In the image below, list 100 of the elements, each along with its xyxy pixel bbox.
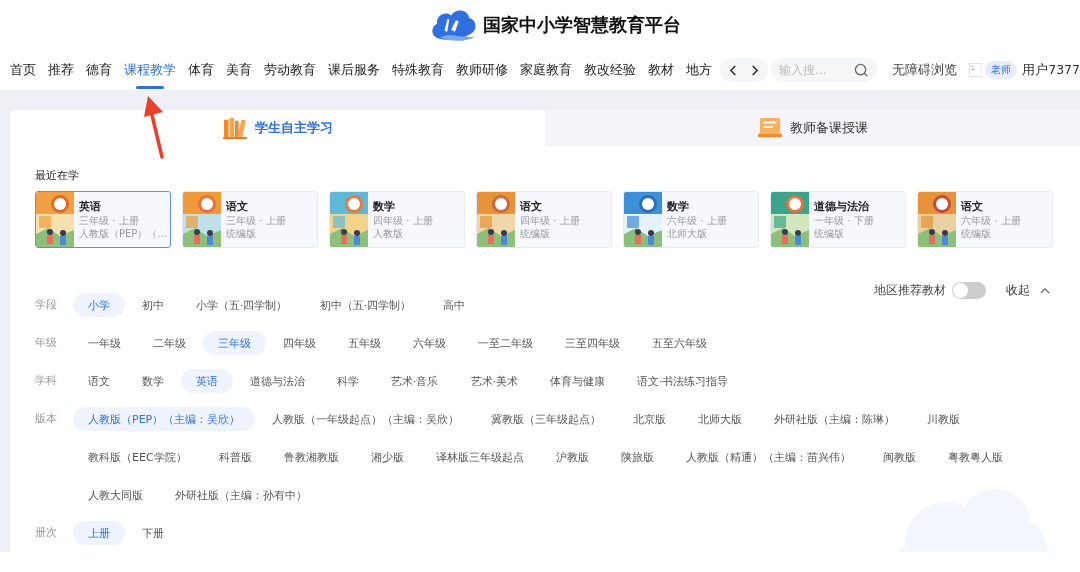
filter-option[interactable]: 四年级	[268, 331, 331, 355]
filter-option[interactable]: 数学	[127, 369, 179, 393]
nav-tab[interactable]: 推荐	[48, 50, 74, 90]
filter-option[interactable]: 人教大同版	[73, 483, 158, 507]
book-subject: 语文	[226, 199, 249, 214]
filter-option[interactable]: 教科版（EEC学院）	[73, 445, 202, 469]
filter-option[interactable]: 陕旅版	[605, 445, 669, 469]
filter-option[interactable]: 五年级	[333, 331, 396, 355]
book-grade: 六年级 · 上册	[667, 215, 727, 227]
filter-label: 学段	[35, 297, 58, 313]
book-grade: 三年级 · 上册	[79, 215, 140, 227]
chevron-right-icon[interactable]	[750, 63, 759, 77]
collapse-button[interactable]: 收起	[1006, 282, 1050, 299]
region-toggle[interactable]	[952, 282, 986, 299]
filter-option[interactable]: 道德与法治	[235, 369, 320, 393]
filter-option[interactable]: 英语	[181, 369, 233, 393]
filter-option[interactable]: 语文·书法练习指导	[622, 369, 744, 393]
book-card[interactable]: 语文 三年级 · 上册 统编版	[182, 191, 318, 248]
filter-option[interactable]: 高中	[428, 293, 480, 317]
search-icon[interactable]	[854, 63, 869, 78]
nav-tab[interactable]: 教材	[648, 50, 674, 90]
book-card[interactable]: 语文 四年级 · 上册 统编版	[476, 191, 612, 248]
chevron-left-icon[interactable]	[729, 63, 738, 77]
chevron-up-icon	[1040, 287, 1050, 294]
filter-option[interactable]: 外研社版（主编：孙有中）	[160, 483, 322, 507]
filter-option[interactable]: 北师大版	[683, 407, 758, 431]
search-field[interactable]: 输入搜...	[771, 58, 877, 82]
nav-tab[interactable]: 体育	[188, 50, 214, 90]
filter-option[interactable]: 北京版	[618, 407, 682, 431]
filter-label: 版本	[35, 411, 58, 427]
filter-option[interactable]: 冀教版（三年级起点）	[476, 407, 617, 431]
nav-tab[interactable]: 劳动教育	[264, 50, 316, 90]
book-card[interactable]: 数学 四年级 · 上册 人教版	[329, 191, 465, 248]
filter-label: 学科	[35, 373, 58, 389]
book-grade: 四年级 · 上册	[373, 215, 433, 227]
filter-option[interactable]: 沪教版	[540, 445, 604, 469]
book-subject: 语文	[961, 199, 984, 214]
mode-tab[interactable]: 教师备课授课	[545, 110, 1080, 146]
filter-option[interactable]: 闽教版	[867, 445, 931, 469]
book-card[interactable]: 数学 六年级 · 上册 北师大版	[623, 191, 759, 248]
filter-option[interactable]: 上册	[73, 521, 125, 545]
filter-option[interactable]: 五至六年级	[637, 331, 722, 355]
book-subject: 数学	[373, 199, 396, 214]
book-edition: 北师大版	[667, 228, 708, 240]
user-name[interactable]: 用户7377	[1022, 61, 1080, 79]
filter-option[interactable]: 小学（五·四学制）	[181, 293, 303, 317]
nav-tab[interactable]: 首页	[10, 50, 36, 90]
filter-option[interactable]: 外研社版（主编：陈琳）	[759, 407, 911, 431]
nav-tab[interactable]: 教改经验	[584, 50, 636, 90]
section-title: 最近在学	[35, 168, 80, 183]
role-badge: 老师	[985, 61, 1018, 79]
filter-option[interactable]: 人教版（一年级起点）（主编：吴欣）	[257, 407, 475, 431]
book-subject: 英语	[79, 199, 102, 214]
book-grade: 六年级 · 上册	[961, 215, 1021, 227]
filter-option[interactable]: 二年级	[138, 331, 201, 355]
filter-option[interactable]: 译林版三年级起点	[420, 445, 539, 469]
filter-option[interactable]: 科学	[322, 369, 374, 393]
filter-option[interactable]: 鲁教湘教版	[268, 445, 354, 469]
filter-option[interactable]: 初中	[127, 293, 179, 317]
whiteboard-icon	[757, 117, 782, 139]
filter-option[interactable]: 湘少版	[355, 445, 419, 469]
book-subject: 数学	[667, 199, 690, 214]
filter-option[interactable]: 一至二年级	[463, 331, 548, 355]
nav-tab[interactable]: 德育	[86, 50, 112, 90]
filter-option[interactable]: 一年级	[73, 331, 136, 355]
site-title: 国家中小学智慧教育平台	[483, 13, 681, 37]
nav-tab[interactable]: 家庭教育	[520, 50, 572, 90]
filter-label: 年级	[35, 335, 58, 351]
toggle-label: 地区推荐教材	[874, 283, 946, 298]
filter-option[interactable]: 科普版	[203, 445, 267, 469]
book-card[interactable]: 英语 三年级 · 上册 人教版（PEP）（...	[35, 191, 171, 248]
nav-tab[interactable]: 美育	[226, 50, 252, 90]
book-subject: 语文	[520, 199, 543, 214]
nav-tab[interactable]: 教师研修	[456, 50, 508, 90]
filter-option[interactable]: 三至四年级	[550, 331, 635, 355]
filter-option[interactable]: 川教版	[912, 407, 976, 431]
book-edition: 统编版	[814, 228, 845, 240]
book-card[interactable]: 语文 六年级 · 上册 统编版	[917, 191, 1053, 248]
filter-option[interactable]: 三年级	[203, 331, 266, 355]
books-icon	[222, 117, 247, 139]
filter-option[interactable]: 艺术·音乐	[376, 369, 454, 393]
book-edition: 人教版（PEP）（...	[79, 228, 167, 240]
filter-option[interactable]: 初中（五·四学制）	[304, 293, 426, 317]
filter-option[interactable]: 体育与健康	[535, 369, 620, 393]
filter-option[interactable]: 人教版（精通）（主编：苗兴伟）	[670, 445, 866, 469]
filter-option[interactable]: 语文	[73, 369, 125, 393]
filter-option[interactable]: 下册	[127, 521, 179, 545]
filter-option[interactable]: 艺术·美术	[455, 369, 533, 393]
filter-option[interactable]: 粤教粤人版	[932, 445, 1018, 469]
accessibility-link[interactable]: 无障碍浏览	[892, 61, 957, 79]
nav-tab[interactable]: 课程教学	[124, 50, 176, 90]
book-grade: 三年级 · 上册	[226, 215, 286, 227]
nav-tab[interactable]: 课后服务	[328, 50, 380, 90]
filter-option[interactable]: 人教版（PEP）（主编：吴欣）	[73, 407, 256, 431]
filter-option[interactable]: 小学	[73, 293, 125, 317]
book-edition: 统编版	[961, 228, 992, 240]
nav-tab[interactable]: 特殊教育	[392, 50, 444, 90]
nav-tab[interactable]: 地方	[686, 50, 712, 90]
filter-option[interactable]: 六年级	[398, 331, 461, 355]
book-edition: 统编版	[226, 228, 257, 240]
